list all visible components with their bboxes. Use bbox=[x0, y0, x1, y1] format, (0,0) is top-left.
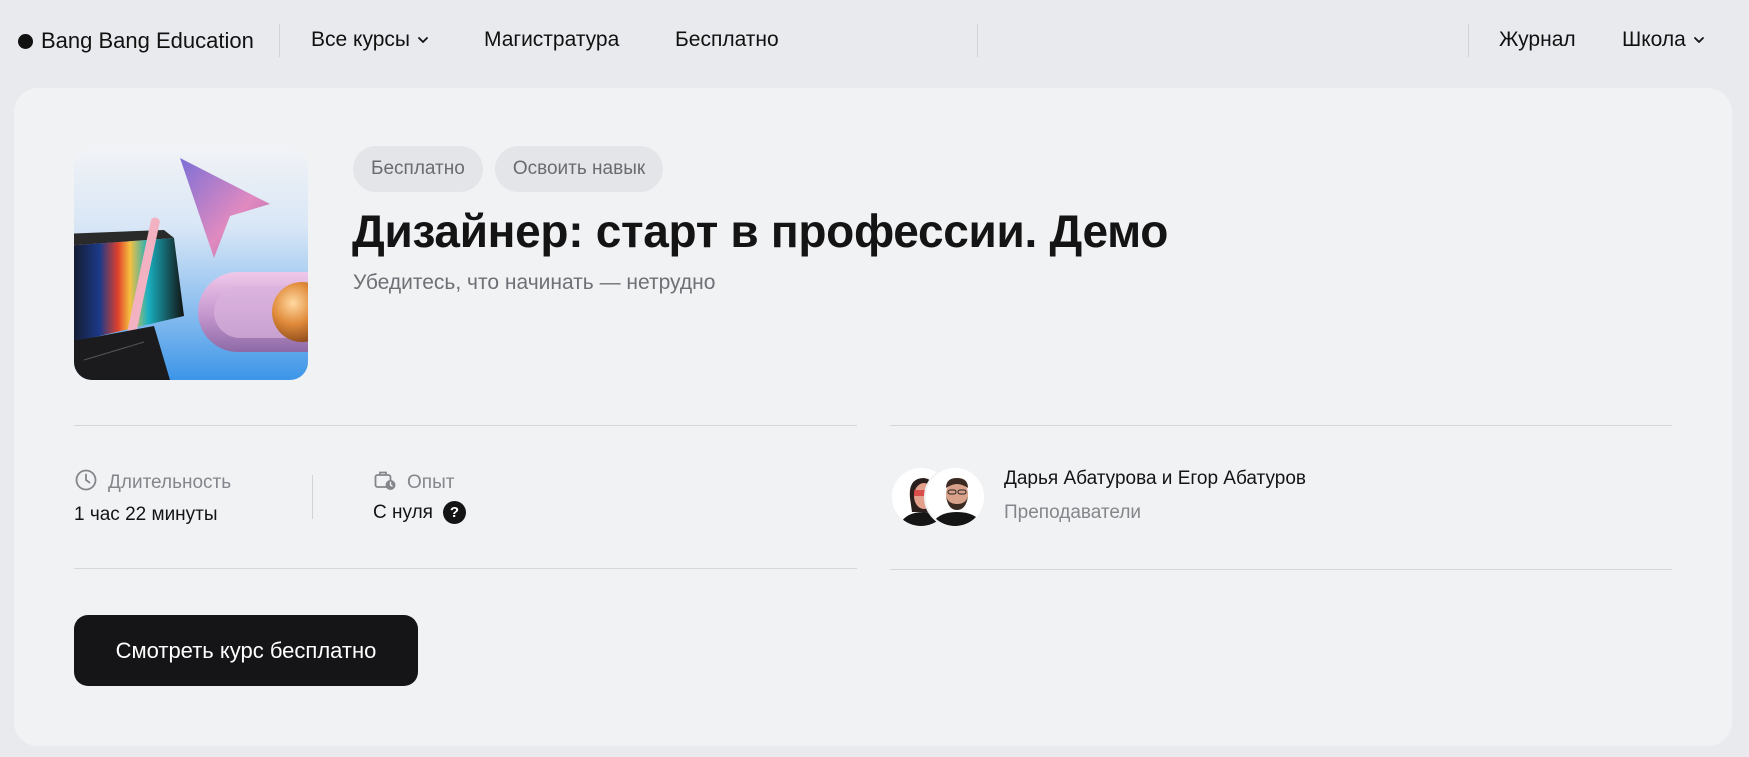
tag-free: Бесплатно bbox=[353, 146, 483, 192]
course-tags: Бесплатно Освоить навык bbox=[353, 146, 664, 192]
abstract-3d-cover-icon bbox=[74, 158, 308, 380]
nav-item-label: Журнал bbox=[1499, 28, 1576, 51]
course-subtitle: Убедитесь, что начинать — нетрудно bbox=[353, 271, 716, 294]
course-title: Дизайнер: старт в профессии. Демо bbox=[352, 205, 1169, 257]
divider-line bbox=[74, 425, 857, 426]
nav-item-label: Школа bbox=[1622, 28, 1686, 51]
divider-line bbox=[74, 568, 857, 569]
watch-course-free-button[interactable]: Смотреть курс бесплатно bbox=[74, 615, 418, 686]
divider-line bbox=[890, 569, 1672, 570]
nav-item-label: Бесплатно bbox=[675, 28, 779, 51]
course-cover-image bbox=[74, 146, 308, 380]
nav-item-all-courses[interactable]: Все курсы bbox=[311, 24, 430, 56]
experience-label: Опыт bbox=[373, 468, 454, 498]
clock-icon bbox=[74, 468, 98, 498]
course-card: Бесплатно Освоить навык Дизайнер: старт … bbox=[14, 88, 1732, 746]
teacher-avatars bbox=[890, 466, 990, 528]
logo-dot-icon bbox=[18, 33, 33, 49]
meta-divider bbox=[312, 475, 313, 519]
experience-value-text: С нуля bbox=[373, 501, 433, 523]
nav-item-label: Магистратура bbox=[484, 28, 620, 51]
duration-label-text: Длительность bbox=[108, 472, 232, 493]
experience-value: С нуля ? bbox=[373, 501, 466, 524]
experience-label-text: Опыт bbox=[407, 472, 455, 493]
teachers-role: Преподаватели bbox=[1004, 502, 1142, 523]
logo-text: Bang Bang Education bbox=[41, 28, 254, 53]
nav-item-school[interactable]: Школа bbox=[1622, 24, 1706, 56]
duration-value: 1 час 22 минуты bbox=[74, 504, 218, 525]
chevron-down-icon bbox=[1692, 33, 1706, 47]
nav-divider bbox=[1468, 24, 1469, 57]
chevron-down-icon bbox=[416, 33, 430, 47]
briefcase-clock-icon bbox=[373, 468, 397, 498]
tag-skill: Освоить навык bbox=[494, 146, 664, 192]
nav-item-journal[interactable]: Журнал bbox=[1499, 24, 1576, 56]
avatar bbox=[924, 466, 986, 528]
teachers-names[interactable]: Дарья Абатурова и Егор Абатуров bbox=[1004, 468, 1306, 490]
duration-label: Длительность bbox=[74, 468, 231, 498]
top-navigation: Bang Bang Education Все курсы Магистрату… bbox=[0, 0, 1749, 80]
divider-line bbox=[890, 425, 1672, 426]
nav-divider bbox=[977, 24, 978, 57]
nav-item-label: Все курсы bbox=[311, 28, 410, 51]
help-question-icon[interactable]: ? bbox=[442, 501, 466, 524]
nav-item-free[interactable]: Бесплатно bbox=[675, 24, 779, 56]
logo-link[interactable]: Bang Bang Education bbox=[18, 26, 254, 56]
nav-item-masters[interactable]: Магистратура bbox=[484, 24, 619, 56]
nav-divider bbox=[279, 24, 280, 57]
